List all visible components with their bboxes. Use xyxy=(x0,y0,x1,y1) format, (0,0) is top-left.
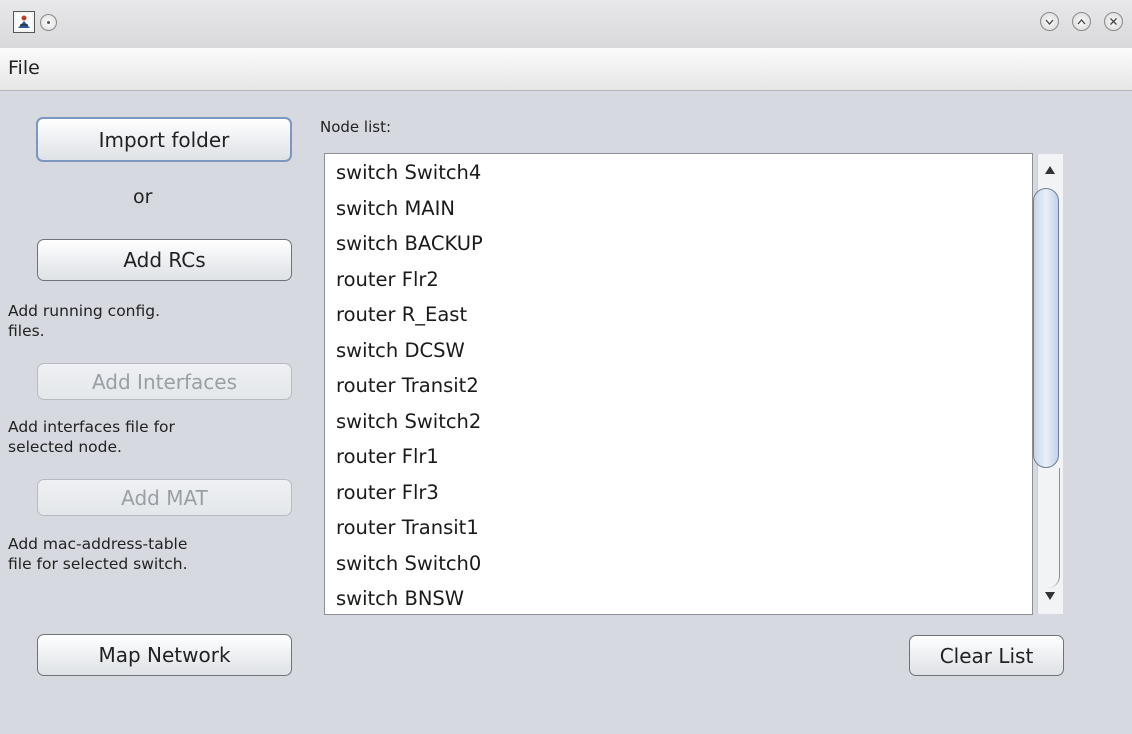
add-interfaces-desc-line2: selected node. xyxy=(8,438,122,456)
network-app-icon[interactable] xyxy=(13,11,35,33)
add-rcs-button[interactable]: Add RCs xyxy=(37,239,292,281)
list-item[interactable]: switch BACKUP xyxy=(336,231,483,267)
add-interfaces-button[interactable]: Add Interfaces xyxy=(37,363,292,400)
node-list-items: switch Switch4 switch MAIN switch BACKUP… xyxy=(336,160,483,614)
node-list[interactable]: switch Switch4 switch MAIN switch BACKUP… xyxy=(324,153,1033,615)
add-interfaces-desc-line1: Add interfaces file for xyxy=(8,418,175,436)
list-item[interactable]: switch Switch2 xyxy=(336,409,483,445)
scrollbar-lower-track xyxy=(1036,468,1060,588)
import-folder-button[interactable]: Import folder xyxy=(36,117,292,162)
list-item[interactable]: router Transit1 xyxy=(336,515,483,551)
add-mat-button[interactable]: Add MAT xyxy=(37,479,292,516)
list-item[interactable]: switch MAIN xyxy=(336,196,483,232)
list-item[interactable]: switch Switch4 xyxy=(336,160,483,196)
list-item[interactable]: switch Switch0 xyxy=(336,551,483,587)
window-menu-icon[interactable] xyxy=(40,14,57,31)
list-item[interactable]: router Flr1 xyxy=(336,444,483,480)
scroll-down-arrow-icon[interactable] xyxy=(1043,589,1057,603)
map-network-button[interactable]: Map Network xyxy=(37,634,292,676)
list-item[interactable]: router Transit2 xyxy=(336,373,483,409)
file-menu[interactable]: File xyxy=(8,57,40,79)
close-icon[interactable] xyxy=(1104,12,1123,31)
add-rcs-desc-line1: Add running config. xyxy=(8,302,161,320)
or-label: or xyxy=(133,186,153,208)
list-item[interactable]: switch DCSW xyxy=(336,338,483,374)
list-item[interactable]: router Flr3 xyxy=(336,480,483,516)
add-rcs-description: Add running config. files. xyxy=(8,301,160,341)
add-rcs-desc-line2: files. xyxy=(8,322,45,340)
minimize-icon[interactable] xyxy=(1040,12,1059,31)
add-mat-desc-line1: Add mac-address-table xyxy=(8,535,188,553)
add-mat-description: Add mac-address-table file for selected … xyxy=(8,534,188,574)
add-mat-desc-line2: file for selected switch. xyxy=(8,555,188,573)
clear-list-button[interactable]: Clear List xyxy=(909,635,1064,676)
scrollbar-thumb[interactable] xyxy=(1033,188,1059,468)
list-item[interactable]: router R_East xyxy=(336,302,483,338)
list-item[interactable]: switch BNSW xyxy=(336,586,483,614)
node-list-label: Node list: xyxy=(320,118,392,136)
title-bar xyxy=(0,0,1132,48)
list-item[interactable]: router Flr2 xyxy=(336,267,483,303)
scroll-up-arrow-icon[interactable] xyxy=(1043,163,1057,177)
add-interfaces-description: Add interfaces file for selected node. xyxy=(8,417,175,457)
maximize-icon[interactable] xyxy=(1072,12,1091,31)
menu-bar: File xyxy=(0,48,1132,91)
